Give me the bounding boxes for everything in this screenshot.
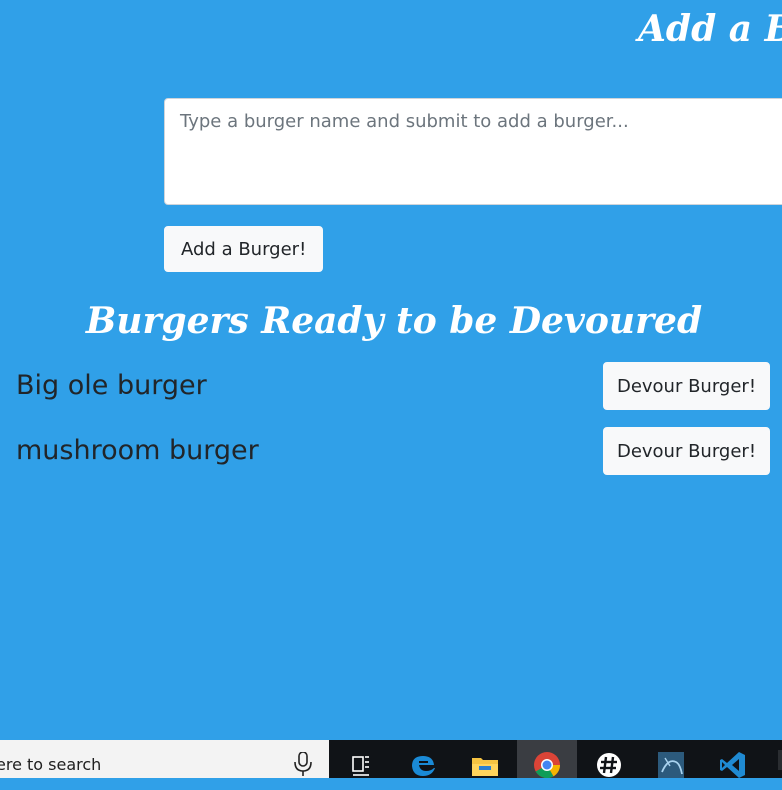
- devour-heading: Burgers Ready to be Devoured: [85, 300, 703, 342]
- devour-burger-button[interactable]: Devour Burger!: [603, 362, 770, 410]
- microphone-icon[interactable]: [292, 751, 314, 778]
- page-content: Add a B Add a Burger! Burgers Ready to b…: [0, 0, 782, 740]
- chrome-icon[interactable]: [517, 740, 577, 778]
- mysql-workbench-icon[interactable]: [641, 740, 701, 778]
- devour-burger-button[interactable]: Devour Burger!: [603, 427, 770, 475]
- edge-icon[interactable]: [393, 740, 453, 778]
- taskbar-overflow: [765, 740, 782, 778]
- add-burger-button[interactable]: Add a Burger!: [164, 226, 324, 272]
- list-item: Big ole burger Devour Burger!: [0, 362, 782, 410]
- burger-name-input[interactable]: [164, 98, 782, 205]
- taskbar-search-placeholder: ere to search: [0, 755, 102, 774]
- list-item: mushroom burger Devour Burger!: [0, 427, 782, 475]
- add-burger-heading: Add a B: [638, 8, 782, 50]
- task-view-icon[interactable]: [329, 740, 389, 778]
- slack-icon[interactable]: [579, 740, 639, 778]
- file-explorer-icon[interactable]: [455, 740, 515, 778]
- burger-name: Big ole burger: [16, 370, 207, 401]
- taskbar-search-box[interactable]: ere to search: [0, 740, 329, 778]
- burger-name: mushroom burger: [16, 435, 259, 466]
- windows-taskbar: ere to search: [0, 740, 782, 778]
- vscode-icon[interactable]: [703, 740, 763, 778]
